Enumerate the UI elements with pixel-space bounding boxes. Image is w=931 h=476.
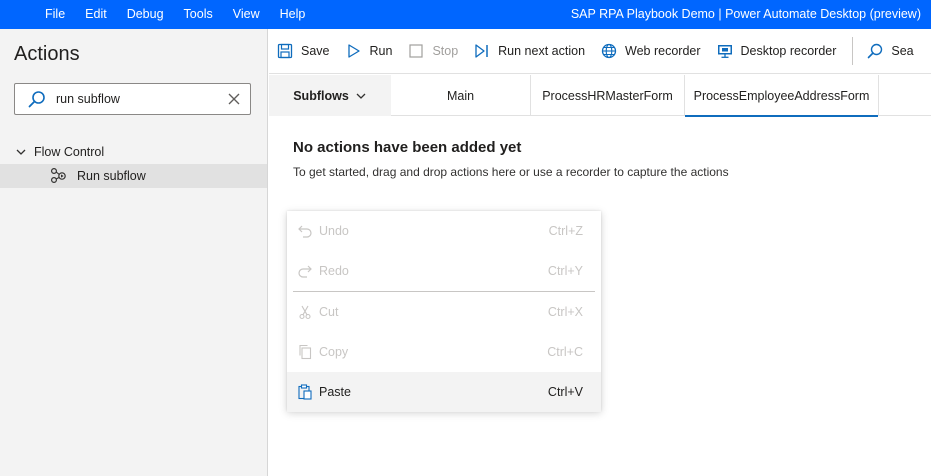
save-button[interactable]: Save <box>269 29 338 74</box>
menu-item-undo-shortcut: Ctrl+Z <box>548 224 583 238</box>
menu-item-redo-label: Redo <box>319 264 349 278</box>
tab-process-hr-master-form-label: ProcessHRMasterForm <box>542 88 673 103</box>
monitor-icon <box>717 43 733 59</box>
menu-item-paste[interactable]: Paste Ctrl+V <box>287 372 601 412</box>
play-icon <box>346 43 362 59</box>
toolbar: Save Run Stop Run next action Web record… <box>269 29 931 74</box>
context-menu: Undo Ctrl+Z Redo Ctrl+Y Cut Ctrl+X Copy … <box>287 211 601 412</box>
menu-item-copy-label: Copy <box>319 345 349 359</box>
subflow-icon <box>50 167 68 185</box>
menu-item-cut-label: Cut <box>319 305 339 319</box>
chevron-down-icon <box>355 90 367 102</box>
search-button[interactable]: Sea <box>859 29 914 74</box>
paste-icon <box>297 384 313 400</box>
menu-bar: File Edit Debug Tools View Help <box>0 0 315 29</box>
stop-label: Stop <box>432 44 459 58</box>
actions-search-input[interactable] <box>56 92 216 106</box>
copy-icon <box>297 344 313 360</box>
title-bar: File Edit Debug Tools View Help SAP RPA … <box>0 0 931 29</box>
save-icon <box>277 43 293 59</box>
search-icon <box>26 88 48 110</box>
menu-item-undo-label: Undo <box>319 224 349 238</box>
save-label: Save <box>301 44 330 58</box>
menu-item-paste-label: Paste <box>319 385 351 399</box>
run-next-action-label: Run next action <box>498 44 586 58</box>
menu-item-paste-shortcut: Ctrl+V <box>547 385 583 399</box>
actions-pane-title: Actions <box>14 43 80 65</box>
menu-tools[interactable]: Tools <box>174 0 223 29</box>
search-icon <box>867 43 883 59</box>
run-label: Run <box>369 44 393 58</box>
app-title: SAP RPA Playbook Demo | Power Automate D… <box>570 7 921 21</box>
actions-search-box[interactable] <box>14 83 251 115</box>
empty-state-subtitle: To get started, drag and drop actions he… <box>293 165 729 179</box>
run-next-action-button[interactable]: Run next action <box>466 29 593 74</box>
menu-view[interactable]: View <box>223 0 270 29</box>
subflow-tabs: Subflows Main ProcessHRMasterForm Proces… <box>269 75 931 117</box>
globe-icon <box>601 43 617 59</box>
action-item-label: Run subflow <box>77 169 146 183</box>
toolbar-divider <box>852 37 854 65</box>
undo-icon <box>297 223 313 239</box>
menu-file[interactable]: File <box>45 0 75 29</box>
stop-button[interactable]: Stop <box>400 29 466 74</box>
tab-process-employee-address-form-label: ProcessEmployeeAddressForm <box>693 88 870 103</box>
menu-item-cut[interactable]: Cut Ctrl+X <box>287 292 601 332</box>
search-label: Sea <box>891 44 914 58</box>
desktop-recorder-label: Desktop recorder <box>740 44 837 58</box>
web-recorder-button[interactable]: Web recorder <box>593 29 709 74</box>
subflows-label: Subflows <box>293 88 349 103</box>
menu-debug[interactable]: Debug <box>117 0 174 29</box>
menu-item-copy[interactable]: Copy Ctrl+C <box>287 332 601 372</box>
clear-search-icon[interactable] <box>226 91 242 107</box>
stop-icon <box>408 43 424 59</box>
actions-pane: Actions Flow Control Run subflow <box>0 29 268 476</box>
tree-group-flow-control[interactable]: Flow Control <box>0 141 267 163</box>
menu-edit[interactable]: Edit <box>75 0 117 29</box>
chevron-down-icon[interactable] <box>15 146 27 158</box>
web-recorder-label: Web recorder <box>625 44 701 58</box>
menu-item-cut-shortcut: Ctrl+X <box>547 305 583 319</box>
menu-item-copy-shortcut: Ctrl+C <box>547 345 583 359</box>
tree-group-label: Flow Control <box>34 145 105 159</box>
desktop-recorder-button[interactable]: Desktop recorder <box>709 29 845 74</box>
redo-icon <box>297 263 313 279</box>
empty-state-title: No actions have been added yet <box>293 139 522 156</box>
menu-help[interactable]: Help <box>270 0 316 29</box>
menu-item-redo-shortcut: Ctrl+Y <box>547 264 583 278</box>
menu-item-undo[interactable]: Undo Ctrl+Z <box>287 211 601 251</box>
tab-main-label: Main <box>446 88 475 103</box>
tab-process-employee-address-form[interactable]: ProcessEmployeeAddressForm <box>685 75 879 117</box>
subflows-dropdown[interactable]: Subflows <box>269 75 391 116</box>
cut-icon <box>297 304 313 320</box>
run-button[interactable]: Run <box>338 29 401 74</box>
menu-item-redo[interactable]: Redo Ctrl+Y <box>287 251 601 291</box>
tab-process-hr-master-form[interactable]: ProcessHRMasterForm <box>531 75 685 116</box>
action-item-run-subflow[interactable]: Run subflow <box>0 164 267 188</box>
step-icon <box>474 43 490 59</box>
tab-main[interactable]: Main <box>391 75 531 116</box>
